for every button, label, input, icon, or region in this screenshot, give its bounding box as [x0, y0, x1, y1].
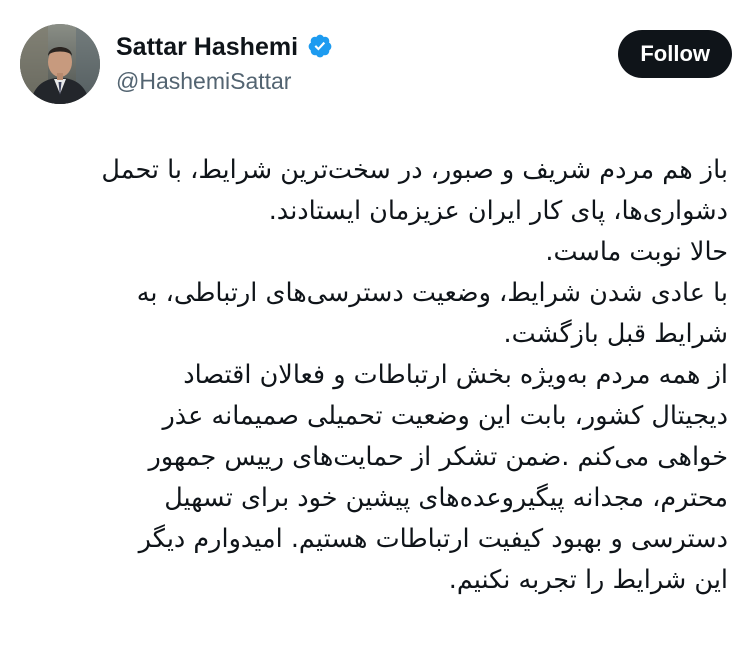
display-name[interactable]: Sattar Hashemi [116, 32, 298, 62]
tweet-text-line: شرایط قبل بازگشت. [503, 319, 728, 349]
tweet-text-line: محترم، مجدانه پیگیروعده‌های پیشین خود بر… [164, 483, 728, 513]
tweet-text-line: این شرایط را تجربه نکنیم. [448, 565, 728, 595]
verified-badge-icon[interactable] [307, 33, 333, 59]
tweet-text-line: باز هم مردم شریف و صبور، در سخت‌ترین شرا… [101, 155, 728, 185]
tweet-text-line: دسترسی و بهبود کیفیت ارتباطات هستیم. امی… [138, 524, 728, 554]
tweet-text-line: خواهی می‌کنم .ضمن تشکر از حمایت‌های رییس… [148, 442, 728, 472]
tweet-text: باز هم مردم شریف و صبور، در سخت‌ترین شرا… [22, 150, 728, 601]
tweet-text-line: دیجیتال کشور، بابت این وضعیت تحمیلی صمیم… [162, 401, 728, 431]
avatar[interactable] [20, 24, 100, 104]
tweet-text-line: حالا نوبت ماست. [545, 237, 728, 267]
follow-button[interactable]: Follow [618, 30, 732, 78]
tweet-text-line: دشواری‌ها، پای کار ایران عزیزمان ایستادن… [268, 196, 728, 226]
tweet-header: Sattar Hashemi @HashemiSattar Follow [20, 24, 732, 112]
avatar-photo [20, 24, 100, 104]
tweet-text-line: از همه مردم به‌ویژه بخش ارتباطات و فعالا… [183, 360, 728, 390]
author-info: Sattar Hashemi @HashemiSattar [116, 32, 333, 96]
author-handle[interactable]: @HashemiSattar [116, 66, 333, 96]
tweet-text-line: با عادی شدن شرایط، وضعیت دسترسی‌های ارتب… [136, 278, 728, 308]
